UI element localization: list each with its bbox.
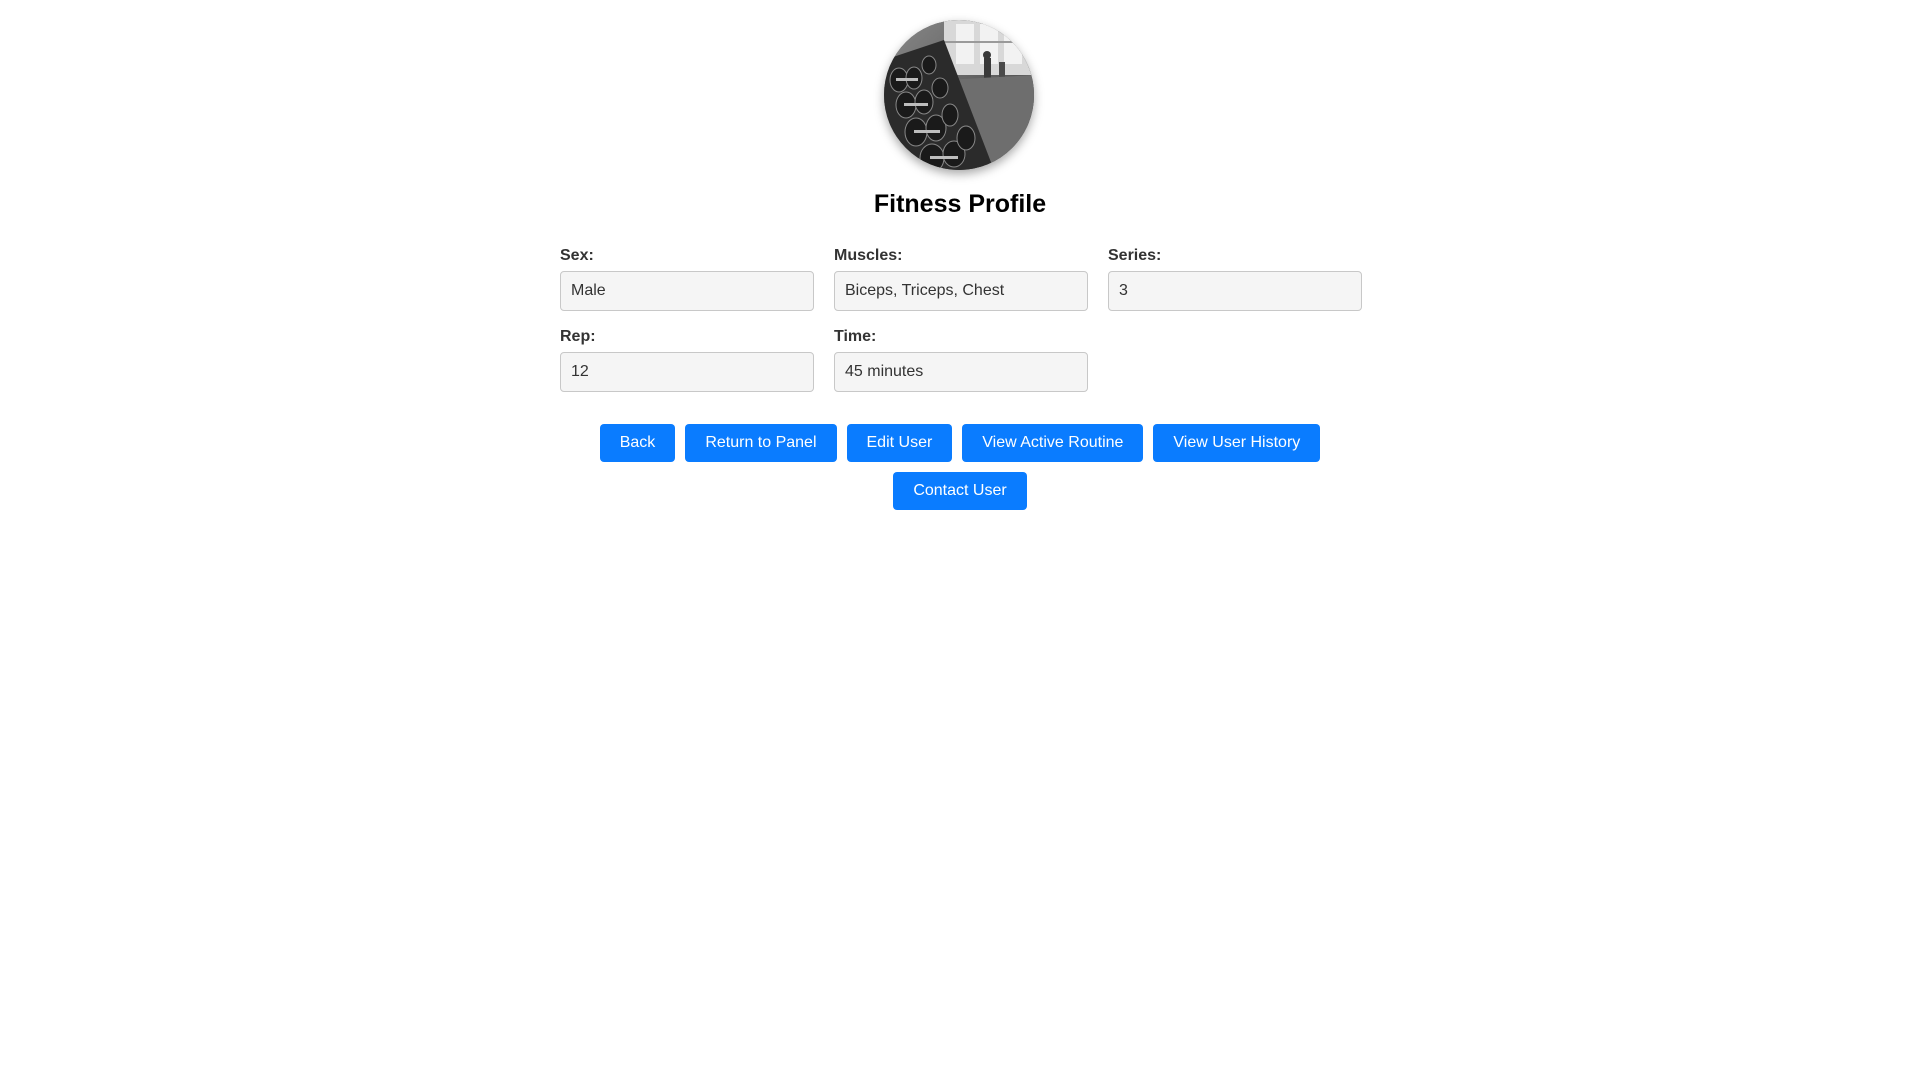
sex-input[interactable] <box>560 271 814 311</box>
time-field: Time: <box>834 327 1088 392</box>
page-title: Fitness Profile <box>873 190 1047 218</box>
series-label: Series: <box>1108 247 1162 264</box>
time-label: Time: <box>834 328 877 345</box>
muscles-input[interactable] <box>834 271 1088 311</box>
rep-label: Rep: <box>560 328 596 345</box>
sex-field: Sex: <box>560 246 814 311</box>
secondary-action-buttons: Contact User <box>0 472 1920 510</box>
action-buttons: Back Return to Panel Edit User View Acti… <box>0 424 1920 462</box>
rep-input[interactable] <box>560 352 814 392</box>
profile-form: Sex: Muscles: Series: Rep: Time: <box>560 246 1362 392</box>
edit-user-button[interactable]: Edit User <box>846 424 953 462</box>
view-user-history-button[interactable]: View User History <box>1153 424 1321 462</box>
muscles-field: Muscles: <box>834 246 1088 311</box>
fitness-profile-page: Fitness Profile Sex: Muscles: Series: Re… <box>0 0 1920 1080</box>
return-to-panel-button[interactable]: Return to Panel <box>685 424 837 462</box>
series-field: Series: <box>1108 246 1362 311</box>
muscles-label: Muscles: <box>834 247 903 264</box>
view-active-routine-button[interactable]: View Active Routine <box>962 424 1144 462</box>
sex-label: Sex: <box>560 247 594 264</box>
avatar <box>884 20 1034 170</box>
gym-dumbbell-rack-photo <box>884 20 1034 170</box>
back-button[interactable]: Back <box>599 424 676 462</box>
series-input[interactable] <box>1108 271 1362 311</box>
rep-field: Rep: <box>560 327 814 392</box>
time-input[interactable] <box>834 352 1088 392</box>
contact-user-button[interactable]: Contact User <box>893 472 1027 510</box>
